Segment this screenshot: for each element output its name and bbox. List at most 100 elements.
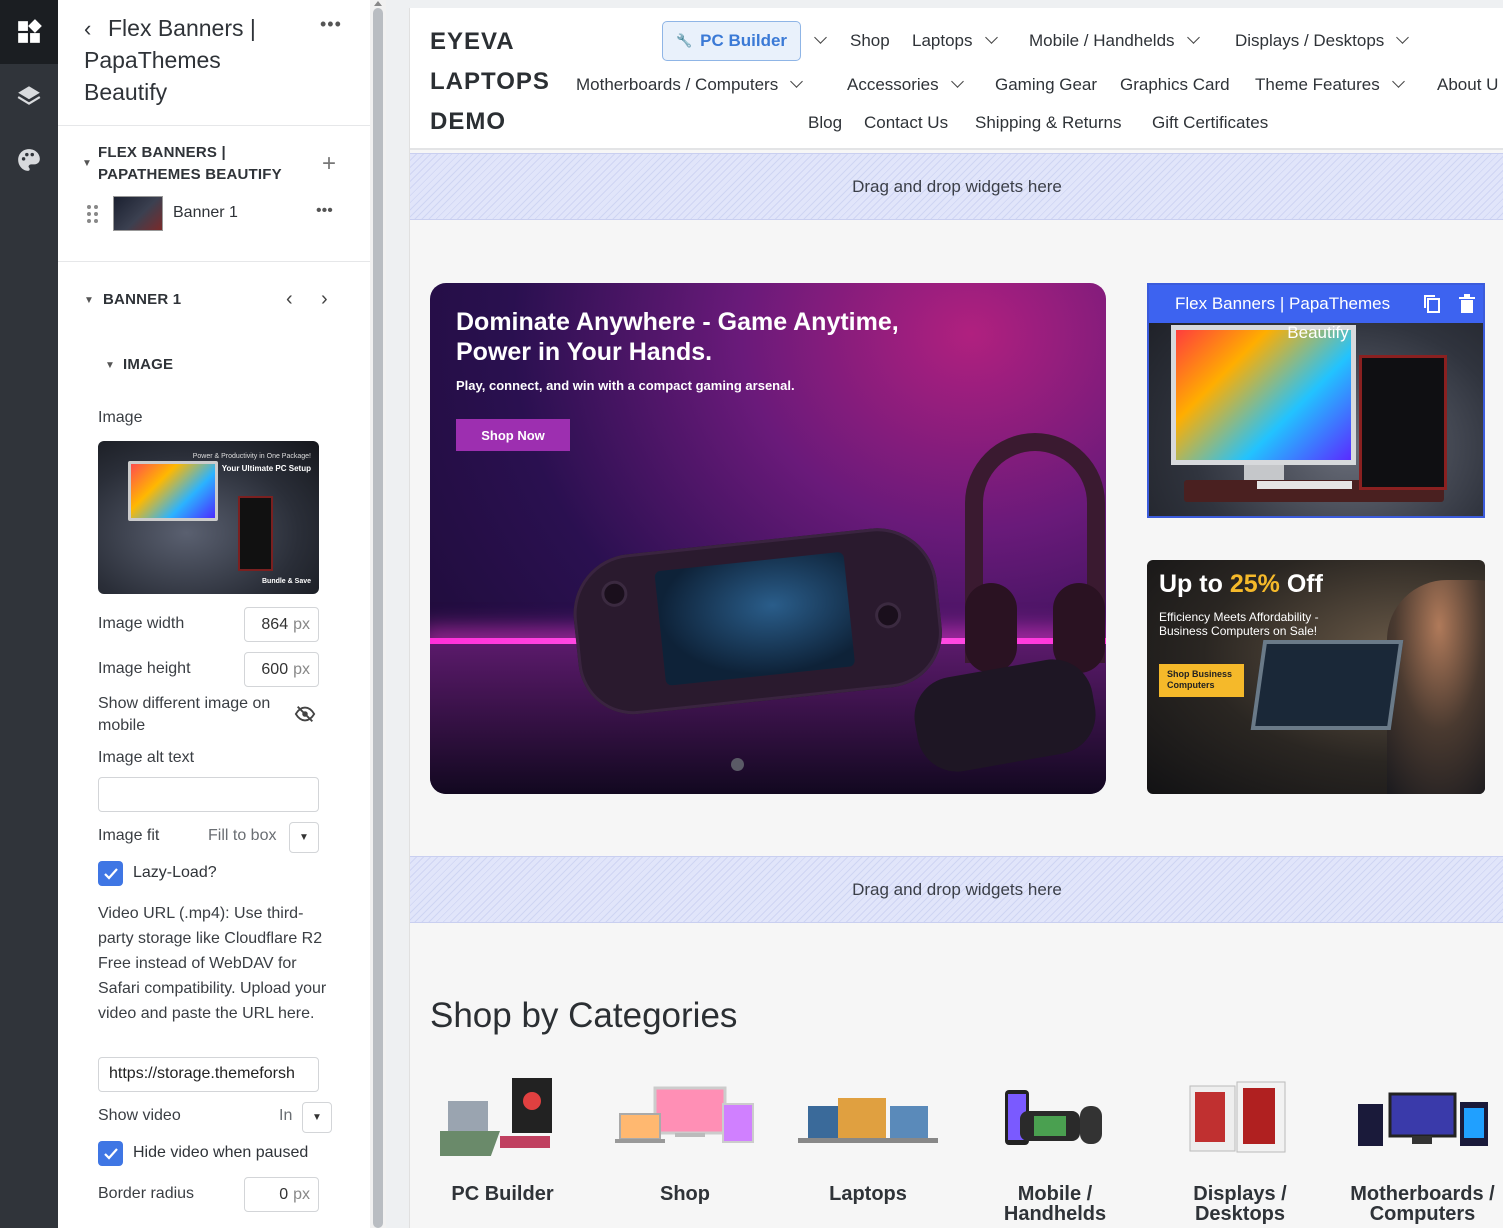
show-mobile-label: Show different image on mobile [98,695,271,734]
tower-graphic [238,496,273,571]
console-stick [873,601,903,630]
widgets-button[interactable] [0,0,58,64]
divider [58,125,370,126]
caret-down-icon[interactable]: ▼ [82,158,92,169]
laptops-icon [798,1098,938,1143]
chevron-down-icon [1391,75,1405,88]
scrollbar-thumb[interactable] [373,8,383,1228]
unit-label: px [293,615,310,633]
nav-about[interactable]: About U [1437,75,1498,95]
show-video-label: Show video [98,1107,181,1124]
image-height-input[interactable]: 600 px [244,652,319,687]
alt-text-label: Image alt text [98,749,195,766]
carousel-dot[interactable] [731,758,744,771]
hero-shop-now-button[interactable]: Shop Now [456,419,570,451]
widget-dropzone[interactable]: Drag and drop widgets here [410,856,1503,923]
storefront-frame: EYEVA LAPTOPS DEMO 🔧 PC Builder Shop Lapt… [409,8,1503,1228]
show-video-value[interactable]: In [279,1107,292,1125]
chevron-down-icon [1396,31,1410,44]
pc-parts-icon [430,1078,552,1156]
nav-gift-certificates[interactable]: Gift Certificates [1152,113,1268,133]
store-logo[interactable]: EYEVA LAPTOPS DEMO [430,22,570,142]
category-shop[interactable]: Shop [615,1076,755,1204]
chevron-down-icon [1186,31,1200,44]
category-pc-builder[interactable]: PC Builder [430,1076,565,1205]
widget-toolbar[interactable]: Flex Banners | PapaThemes [1149,285,1483,323]
nav-displays-desktops[interactable]: Displays / Desktops [1235,31,1410,51]
hide-video-label: Hide video when paused [133,1144,309,1161]
nav-motherboards-label: Motherboards / Computers [576,75,779,94]
chevron-down-icon[interactable] [810,31,827,51]
nav-pc-builder-button[interactable]: 🔧 PC Builder [662,21,801,61]
image-preview[interactable]: Power & Productivity in One Package! You… [98,441,319,594]
nav-mobile-handhelds[interactable]: Mobile / Handhelds [1029,31,1200,51]
categories-heading: Shop by Categories [430,996,738,1035]
pc-tower-graphic [1359,355,1447,490]
next-arrow-icon[interactable]: › [321,288,328,311]
image-width-input[interactable]: 864 px [244,607,319,642]
store-header: EYEVA LAPTOPS DEMO 🔧 PC Builder Shop Lapt… [410,8,1503,150]
theme-styles-button[interactable] [0,128,58,192]
nav-blog[interactable]: Blog [808,113,842,133]
mobile-devices-icon [1005,1090,1102,1145]
video-url-description: Video URL (.mp4): Use third-party storag… [98,905,327,1022]
chevron-down-icon [790,75,804,88]
nav-laptops[interactable]: Laptops [912,31,998,51]
caret-down-icon[interactable]: ▼ [105,360,115,371]
nav-motherboards-computers[interactable]: Motherboards / Computers [576,75,804,95]
nav-graphics-card[interactable]: Graphics Card [1120,75,1230,95]
wrench-icon: 🔧 [675,33,693,48]
widget-toolbar-label-2: Beautify [1287,323,1349,342]
hero-title: Dominate Anywhere - Game Anytime, Power … [456,308,899,366]
lazy-load-label: Lazy-Load? [133,864,217,881]
category-displays-desktops[interactable]: Displays / Desktops [1175,1076,1305,1224]
eye-off-icon[interactable] [294,703,316,725]
panel-more-icon[interactable]: ••• [320,14,342,35]
nav-contact[interactable]: Contact Us [864,113,948,133]
scroll-up-icon[interactable] [373,0,383,8]
nav-gaming-gear[interactable]: Gaming Gear [995,75,1097,95]
nav-pc-builder-label: PC Builder [700,31,788,50]
hide-video-checkbox[interactable] [98,1141,123,1166]
video-url-input[interactable]: https://storage.themeforsh [98,1057,319,1092]
nav-accessories[interactable]: Accessories [847,75,964,95]
devices-icon [615,1086,754,1143]
border-radius-input[interactable]: 0 px [244,1177,319,1212]
duplicate-icon[interactable] [1423,294,1441,314]
alt-text-input[interactable] [98,777,319,812]
chevron-down-icon [950,75,964,88]
shop-business-button[interactable]: Shop Business Computers [1159,664,1244,697]
show-video-dropdown-icon[interactable]: ▼ [302,1102,332,1133]
nav-shipping-returns[interactable]: Shipping & Returns [975,113,1121,133]
widget-section-heading: FLEX BANNERS | PAPATHEMES BEAUTIFY [98,144,282,183]
add-item-icon[interactable]: + [322,150,336,178]
banner-item-label[interactable]: Banner 1 [173,204,238,222]
image-fit-dropdown-icon[interactable]: ▼ [289,822,319,853]
hero-banner[interactable]: Dominate Anywhere - Game Anytime, Power … [430,283,1106,794]
drag-handle-icon[interactable] [87,205,99,223]
item-more-icon[interactable]: ••• [316,202,333,220]
chevron-down-icon [984,31,998,44]
category-label: PC Builder [451,1183,554,1205]
layers-button[interactable] [0,64,58,128]
widget-dropzone[interactable]: Drag and drop widgets here [410,153,1503,220]
category-label: Laptops [829,1183,907,1205]
back-chevron-icon[interactable]: ‹ [84,13,91,45]
nav-theme-features[interactable]: Theme Features [1255,75,1405,95]
nav-shop[interactable]: Shop [850,31,890,51]
caret-down-icon[interactable]: ▼ [84,295,94,306]
image-fit-value[interactable]: Fill to box [208,827,276,845]
lazy-load-checkbox[interactable] [98,861,123,886]
side-banner-pc-setup[interactable]: Flex Banners | PapaThemes Beautify [1147,283,1485,518]
preview-text: Bundle & Save [261,578,311,585]
prev-arrow-icon[interactable]: ‹ [286,288,293,311]
desktop-towers-icon [1189,1081,1286,1153]
category-mobile-handhelds[interactable]: Mobile / Handhelds [990,1076,1120,1224]
side-banner-business-sale[interactable]: Up to 25% Off Efficiency Meets Affordabi… [1147,560,1485,794]
category-motherboards-computers[interactable]: Motherboards / Computers [1350,1076,1495,1224]
banner-section-heading: BANNER 1 [103,291,182,308]
console-stick [600,579,629,609]
category-laptops[interactable]: Laptops [798,1076,938,1204]
image-fit-label: Image fit [98,827,160,844]
trash-icon[interactable] [1459,294,1475,314]
